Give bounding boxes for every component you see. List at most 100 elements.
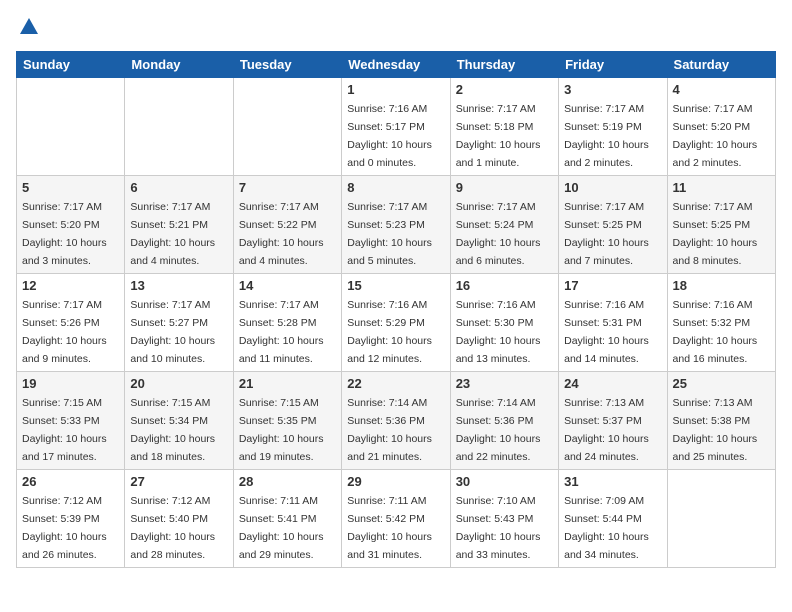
day-number: 13 <box>130 278 227 293</box>
day-info: Sunrise: 7:11 AMSunset: 5:42 PMDaylight:… <box>347 495 432 561</box>
day-cell: 10 Sunrise: 7:17 AMSunset: 5:25 PMDayligh… <box>559 176 667 274</box>
day-number: 20 <box>130 376 227 391</box>
day-info: Sunrise: 7:17 AMSunset: 5:25 PMDaylight:… <box>564 201 649 267</box>
day-number: 31 <box>564 474 661 489</box>
day-cell: 21Sunrise: 7:15 AMSunset: 5:35 PMDayligh… <box>233 372 341 470</box>
day-number: 11 <box>673 180 770 195</box>
day-number: 1 <box>347 82 444 97</box>
day-cell: 15 Sunrise: 7:16 AMSunset: 5:29 PMDayligh… <box>342 274 450 372</box>
day-number: 14 <box>239 278 336 293</box>
day-number: 3 <box>564 82 661 97</box>
weekday-header-monday: Monday <box>125 52 233 78</box>
day-info: Sunrise: 7:17 AMSunset: 5:20 PMDaylight:… <box>673 103 758 169</box>
day-info: Sunrise: 7:09 AMSunset: 5:44 PMDaylight:… <box>564 495 649 561</box>
day-cell: 13 Sunrise: 7:17 AMSunset: 5:27 PMDayligh… <box>125 274 233 372</box>
day-cell <box>17 78 125 176</box>
day-cell: 29 Sunrise: 7:11 AMSunset: 5:42 PMDayligh… <box>342 470 450 568</box>
day-number: 23 <box>456 376 553 391</box>
day-cell: 27Sunrise: 7:12 AMSunset: 5:40 PMDayligh… <box>125 470 233 568</box>
day-cell: 3 Sunrise: 7:17 AMSunset: 5:19 PMDaylight… <box>559 78 667 176</box>
day-info: Sunrise: 7:17 AMSunset: 5:19 PMDaylight:… <box>564 103 649 169</box>
day-info: Sunrise: 7:12 AMSunset: 5:39 PMDaylight:… <box>22 495 107 561</box>
day-number: 2 <box>456 82 553 97</box>
day-number: 30 <box>456 474 553 489</box>
day-number: 27 <box>130 474 227 489</box>
day-cell: 30 Sunrise: 7:10 AMSunset: 5:43 PMDayligh… <box>450 470 558 568</box>
day-info: Sunrise: 7:17 AMSunset: 5:20 PMDaylight:… <box>22 201 107 267</box>
day-cell: 11Sunrise: 7:17 AMSunset: 5:25 PMDayligh… <box>667 176 775 274</box>
day-cell: 19 Sunrise: 7:15 AMSunset: 5:33 PMDayligh… <box>17 372 125 470</box>
day-info: Sunrise: 7:16 AMSunset: 5:31 PMDaylight:… <box>564 299 649 365</box>
day-info: Sunrise: 7:17 AMSunset: 5:26 PMDaylight:… <box>22 299 107 365</box>
day-cell: 4 Sunrise: 7:17 AMSunset: 5:20 PMDaylight… <box>667 78 775 176</box>
day-number: 12 <box>22 278 119 293</box>
week-row-2: 5 Sunrise: 7:17 AMSunset: 5:20 PMDaylight… <box>17 176 776 274</box>
week-row-1: 1Sunrise: 7:16 AMSunset: 5:17 PMDaylight… <box>17 78 776 176</box>
weekday-header-row: SundayMondayTuesdayWednesdayThursdayFrid… <box>17 52 776 78</box>
day-cell: 7 Sunrise: 7:17 AMSunset: 5:22 PMDaylight… <box>233 176 341 274</box>
day-info: Sunrise: 7:14 AMSunset: 5:36 PMDaylight:… <box>347 397 432 463</box>
day-number: 29 <box>347 474 444 489</box>
logo <box>16 16 40 43</box>
day-cell: 16 Sunrise: 7:16 AMSunset: 5:30 PMDayligh… <box>450 274 558 372</box>
day-cell: 22 Sunrise: 7:14 AMSunset: 5:36 PMDayligh… <box>342 372 450 470</box>
day-info: Sunrise: 7:15 AMSunset: 5:33 PMDaylight:… <box>22 397 107 463</box>
day-cell: 5 Sunrise: 7:17 AMSunset: 5:20 PMDaylight… <box>17 176 125 274</box>
weekday-header-thursday: Thursday <box>450 52 558 78</box>
day-info: Sunrise: 7:16 AMSunset: 5:29 PMDaylight:… <box>347 299 432 365</box>
day-info: Sunrise: 7:11 AMSunset: 5:41 PMDaylight:… <box>239 495 324 561</box>
day-number: 28 <box>239 474 336 489</box>
day-cell: 2Sunrise: 7:17 AMSunset: 5:18 PMDaylight… <box>450 78 558 176</box>
day-info: Sunrise: 7:15 AMSunset: 5:34 PMDaylight:… <box>130 397 215 463</box>
day-number: 26 <box>22 474 119 489</box>
day-cell: 28 Sunrise: 7:11 AMSunset: 5:41 PMDayligh… <box>233 470 341 568</box>
day-number: 15 <box>347 278 444 293</box>
day-info: Sunrise: 7:10 AMSunset: 5:43 PMDaylight:… <box>456 495 541 561</box>
day-number: 9 <box>456 180 553 195</box>
header <box>16 16 776 43</box>
day-info: Sunrise: 7:17 AMSunset: 5:28 PMDaylight:… <box>239 299 324 365</box>
weekday-header-sunday: Sunday <box>17 52 125 78</box>
day-number: 7 <box>239 180 336 195</box>
day-number: 25 <box>673 376 770 391</box>
day-number: 16 <box>456 278 553 293</box>
day-cell <box>125 78 233 176</box>
day-cell: 6Sunrise: 7:17 AMSunset: 5:21 PMDaylight… <box>125 176 233 274</box>
day-cell: 1Sunrise: 7:16 AMSunset: 5:17 PMDaylight… <box>342 78 450 176</box>
day-info: Sunrise: 7:17 AMSunset: 5:24 PMDaylight:… <box>456 201 541 267</box>
day-cell: 25Sunrise: 7:13 AMSunset: 5:38 PMDayligh… <box>667 372 775 470</box>
weekday-header-wednesday: Wednesday <box>342 52 450 78</box>
day-cell <box>667 470 775 568</box>
day-cell: 23Sunrise: 7:14 AMSunset: 5:36 PMDayligh… <box>450 372 558 470</box>
day-cell: 31 Sunrise: 7:09 AMSunset: 5:44 PMDayligh… <box>559 470 667 568</box>
day-info: Sunrise: 7:16 AMSunset: 5:30 PMDaylight:… <box>456 299 541 365</box>
day-cell: 24 Sunrise: 7:13 AMSunset: 5:37 PMDayligh… <box>559 372 667 470</box>
day-number: 4 <box>673 82 770 97</box>
day-cell: 17Sunrise: 7:16 AMSunset: 5:31 PMDayligh… <box>559 274 667 372</box>
day-number: 5 <box>22 180 119 195</box>
day-cell <box>233 78 341 176</box>
day-info: Sunrise: 7:17 AMSunset: 5:23 PMDaylight:… <box>347 201 432 267</box>
calendar: SundayMondayTuesdayWednesdayThursdayFrid… <box>16 51 776 568</box>
day-cell: 8 Sunrise: 7:17 AMSunset: 5:23 PMDaylight… <box>342 176 450 274</box>
week-row-3: 12 Sunrise: 7:17 AMSunset: 5:26 PMDayligh… <box>17 274 776 372</box>
day-info: Sunrise: 7:16 AMSunset: 5:32 PMDaylight:… <box>673 299 758 365</box>
day-number: 8 <box>347 180 444 195</box>
day-number: 18 <box>673 278 770 293</box>
day-number: 10 <box>564 180 661 195</box>
day-cell: 14 Sunrise: 7:17 AMSunset: 5:28 PMDayligh… <box>233 274 341 372</box>
day-info: Sunrise: 7:17 AMSunset: 5:22 PMDaylight:… <box>239 201 324 267</box>
day-number: 19 <box>22 376 119 391</box>
day-number: 6 <box>130 180 227 195</box>
day-number: 22 <box>347 376 444 391</box>
day-info: Sunrise: 7:15 AMSunset: 5:35 PMDaylight:… <box>239 397 324 463</box>
day-info: Sunrise: 7:13 AMSunset: 5:37 PMDaylight:… <box>564 397 649 463</box>
day-cell: 18 Sunrise: 7:16 AMSunset: 5:32 PMDayligh… <box>667 274 775 372</box>
weekday-header-tuesday: Tuesday <box>233 52 341 78</box>
day-cell: 26 Sunrise: 7:12 AMSunset: 5:39 PMDayligh… <box>17 470 125 568</box>
weekday-header-friday: Friday <box>559 52 667 78</box>
day-number: 24 <box>564 376 661 391</box>
week-row-5: 26 Sunrise: 7:12 AMSunset: 5:39 PMDayligh… <box>17 470 776 568</box>
day-cell: 9 Sunrise: 7:17 AMSunset: 5:24 PMDaylight… <box>450 176 558 274</box>
day-info: Sunrise: 7:17 AMSunset: 5:27 PMDaylight:… <box>130 299 215 365</box>
